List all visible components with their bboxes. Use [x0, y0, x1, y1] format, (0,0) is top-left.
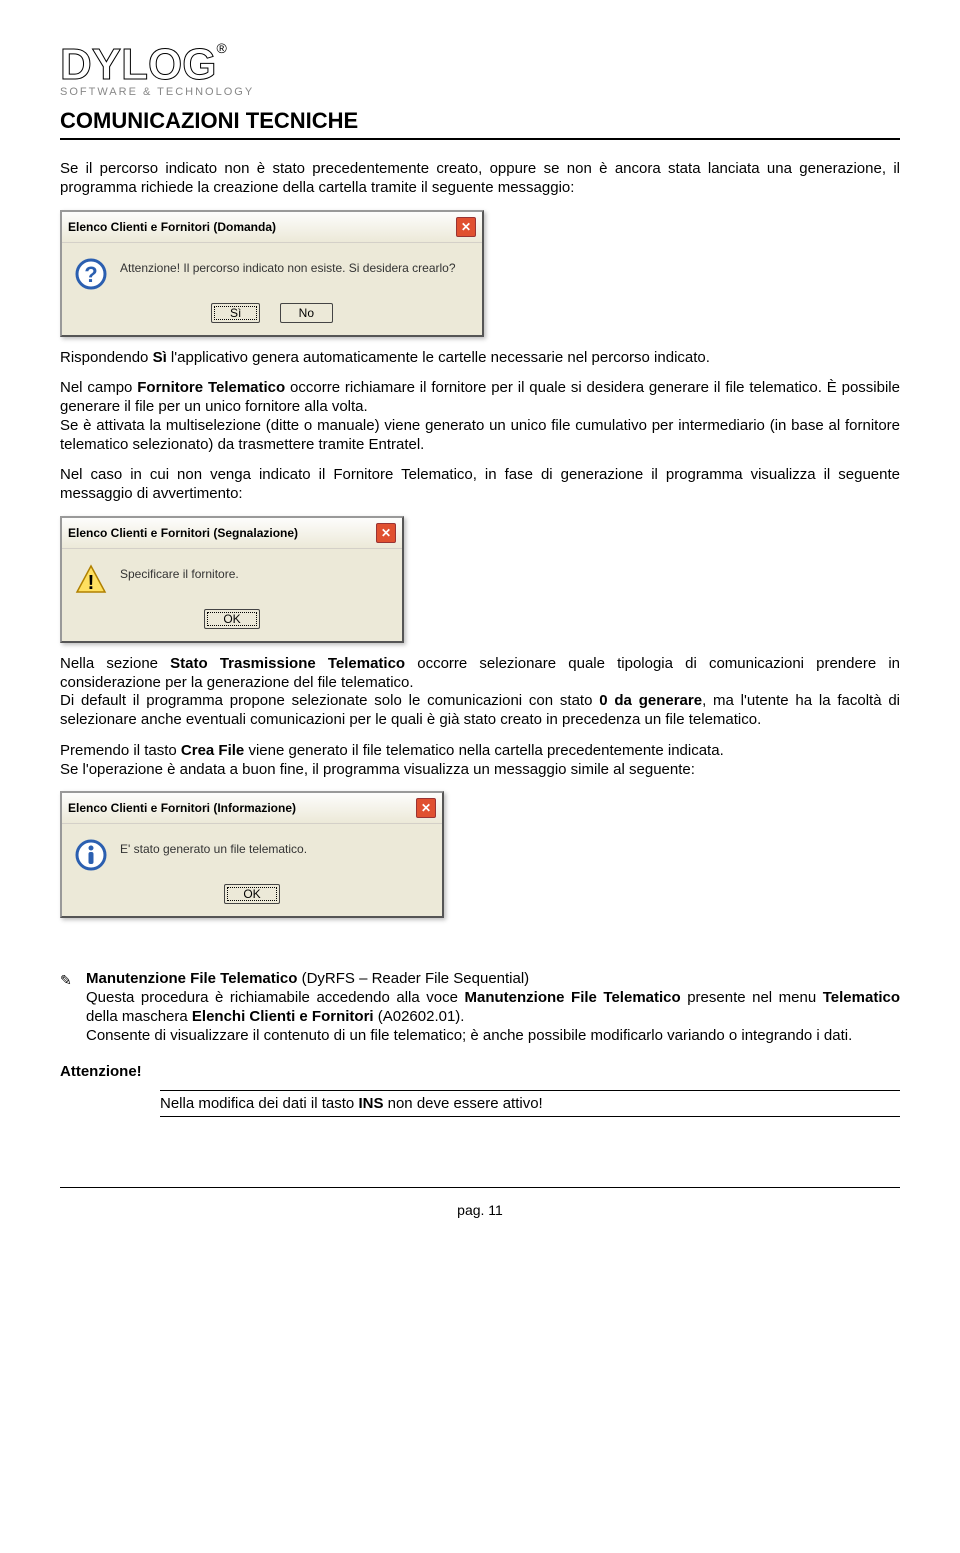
question-icon: ? [74, 257, 108, 291]
warning-icon: ! [74, 563, 108, 597]
dialog-question: Elenco Clienti e Fornitori (Domanda) ✕ ?… [60, 210, 484, 337]
bullet-content: Manutenzione File Telematico (DyRFS – Re… [86, 970, 900, 1045]
close-icon[interactable]: ✕ [416, 798, 436, 818]
dialog-message: E' stato generato un file telematico. [120, 838, 430, 856]
dialog-warning: Elenco Clienti e Fornitori (Segnalazione… [60, 516, 404, 643]
attention-label: Attenzione! [60, 1063, 900, 1080]
dialog-message: Attenzione! Il percorso indicato non esi… [120, 257, 470, 275]
page-number: pag. 11 [60, 1196, 900, 1218]
yes-button[interactable]: Sì [211, 303, 260, 323]
note-box: Nella modifica dei dati il tasto INS non… [160, 1090, 900, 1117]
svg-text:?: ? [84, 262, 97, 287]
paragraph: Rispondendo Sì l'applicativo genera auto… [60, 349, 900, 368]
dialog-title-text: Elenco Clienti e Fornitori (Segnalazione… [68, 526, 298, 540]
section-title: COMUNICAZIONI TECNICHE [60, 108, 900, 134]
paragraph: Nel campo Fornitore Telematico occorre r… [60, 379, 900, 454]
paragraph: Nella sezione Stato Trasmissione Telemat… [60, 655, 900, 730]
dialog-info: Elenco Clienti e Fornitori (Informazione… [60, 791, 444, 918]
dialog-message: Specificare il fornitore. [120, 563, 390, 581]
dialog-titlebar: Elenco Clienti e Fornitori (Informazione… [62, 793, 442, 824]
svg-text:!: ! [88, 572, 95, 594]
ok-button[interactable]: OK [224, 884, 279, 904]
paragraph: Se il percorso indicato non è stato prec… [60, 160, 900, 198]
paragraph: Premendo il tasto Crea File viene genera… [60, 742, 900, 780]
logo-text: DYLOG [60, 40, 216, 90]
info-icon [74, 838, 108, 872]
page-footer: pag. 11 [60, 1187, 900, 1218]
logo-registered: ® [216, 40, 226, 56]
no-button[interactable]: No [280, 303, 333, 323]
close-icon[interactable]: ✕ [376, 523, 396, 543]
paragraph: Nel caso in cui non venga indicato il Fo… [60, 466, 900, 504]
dialog-title-text: Elenco Clienti e Fornitori (Domanda) [68, 220, 276, 234]
header-logo: DYLOG® SOFTWARE & TECHNOLOGY [60, 40, 900, 98]
bullet-icon: ✎ [60, 970, 78, 1045]
dialog-title-text: Elenco Clienti e Fornitori (Informazione… [68, 801, 296, 815]
ok-button[interactable]: OK [204, 609, 259, 629]
dialog-titlebar: Elenco Clienti e Fornitori (Domanda) ✕ [62, 212, 482, 243]
header-rule [60, 138, 900, 140]
dialog-titlebar: Elenco Clienti e Fornitori (Segnalazione… [62, 518, 402, 549]
close-icon[interactable]: ✕ [456, 217, 476, 237]
bullet-item: ✎ Manutenzione File Telematico (DyRFS – … [60, 970, 900, 1045]
